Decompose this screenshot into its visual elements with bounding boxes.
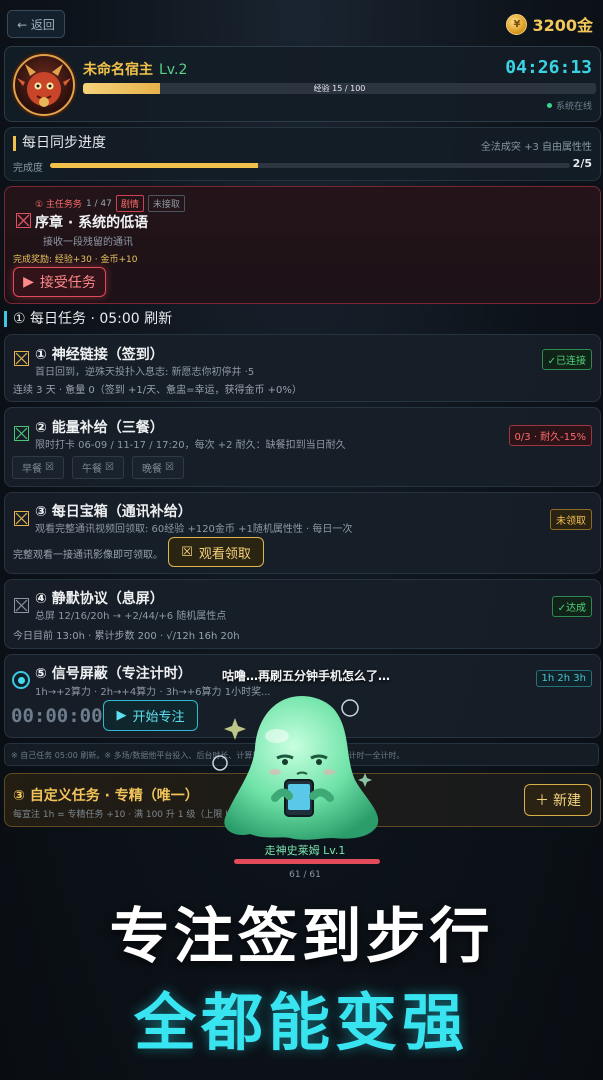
meal-box-icon bbox=[14, 426, 29, 441]
task-status-badge: 1h 2h 3h bbox=[535, 670, 592, 687]
slogan-line-1: 专注签到步行 bbox=[109, 902, 494, 972]
player-name: 未命名宿主 Lv.2 bbox=[83, 59, 187, 79]
completion-bar bbox=[50, 163, 570, 168]
quest-checkbox-icon bbox=[16, 213, 31, 228]
accept-quest-button[interactable]: ▶ 接受任务 bbox=[13, 267, 106, 297]
chest-box-icon bbox=[14, 511, 29, 526]
meal-breakfast-button[interactable]: 早餐 ☒ bbox=[12, 456, 64, 479]
back-button[interactable]: ← 返回 bbox=[7, 10, 65, 38]
new-task-button[interactable]: ＋ 新建 bbox=[524, 784, 592, 816]
task-subtitle: 总屏 12/16/20h → +2/44/+6 随机属性点 bbox=[35, 611, 227, 622]
main-quest-tags: ① 主任务务 1 / 47 剧情 未接取 bbox=[35, 195, 185, 212]
focus-radio[interactable] bbox=[12, 671, 30, 689]
daily-sync-hint: 全法成突 +3 自由属性性 bbox=[480, 142, 592, 153]
dragon-icon bbox=[17, 64, 71, 107]
main-quest-label: ① 主任务务 bbox=[35, 200, 82, 210]
status-badge: 未接取 bbox=[147, 195, 185, 212]
task-detail: 连续 3 天 · 惫量 0（签到 +1/天、惫盅=幸运，获得金币 +0%） bbox=[13, 385, 302, 396]
back-label: ← 返回 bbox=[17, 17, 55, 32]
box-icon: ☒ bbox=[45, 462, 54, 473]
completion-value: 2/5 bbox=[572, 157, 592, 170]
meal-lunch-button[interactable]: 午餐 ☒ bbox=[72, 456, 124, 479]
task-card-checkin[interactable]: ① 神经链接（签到） 首日回到，逆殊天投扑入息志: 新愿志你初停井 ·5 连续 … bbox=[4, 334, 601, 402]
task-title: ③ 每日宝箱（通讯补给） bbox=[35, 504, 192, 520]
pet-hp-bar-fill bbox=[234, 859, 380, 864]
start-focus-label: 开始专注 bbox=[132, 710, 185, 725]
meal-label: 午餐 bbox=[82, 464, 103, 475]
gold-amount: 3200金 bbox=[532, 16, 593, 35]
gold-display: ¥ 3200金 bbox=[506, 12, 593, 36]
completion-bar-fill bbox=[50, 163, 258, 168]
focus-timer: 00:00:00 bbox=[11, 705, 103, 727]
online-status-label: 系统在线 bbox=[555, 102, 592, 112]
main-quest-subtitle: 接收一段残留的通讯 bbox=[43, 237, 133, 248]
pet-name: 走神史莱姆 Lv.1 bbox=[264, 844, 346, 857]
coin-icon: ¥ bbox=[506, 13, 528, 35]
main-quest-reward: 完成奖励: 经验+30 · 金币+10 bbox=[13, 255, 138, 265]
main-quest-card[interactable]: ① 主任务务 1 / 47 剧情 未接取 序章 · 系统的低语 接收一段残留的通… bbox=[4, 186, 601, 304]
task-detail: 完整观看一接通讯影像即可领取。 bbox=[13, 550, 163, 561]
player-name-text: 未命名宿主 bbox=[83, 62, 153, 78]
session-timer: 04:26:13 bbox=[505, 57, 592, 78]
task-title: ⑤ 信号屏蔽（专注计时） bbox=[35, 666, 192, 682]
watch-claim-button[interactable]: ☒ 观看领取 bbox=[168, 537, 264, 567]
accept-quest-label: 接受任务 bbox=[39, 275, 96, 291]
task-detail: 今日目前 13:0h · 累计步数 200 · √/12h 16h 20h bbox=[13, 631, 240, 642]
task-status-badge: 未领取 bbox=[550, 509, 592, 530]
task-subtitle: 首日回到，逆殊天投扑入息志: 新愿志你初停井 ·5 bbox=[35, 367, 255, 378]
radio-dot-icon bbox=[17, 676, 25, 684]
task-title: ① 神经链接（签到） bbox=[35, 347, 164, 363]
task-status-badge: ✓已连接 bbox=[541, 349, 592, 370]
xp-bar: 经验 15 / 100 bbox=[83, 83, 596, 94]
slime-pet-icon[interactable] bbox=[205, 688, 400, 848]
task-card-chest[interactable]: ③ 每日宝箱（通讯补给） 观看完整通讯视频回领取: 60经验 +120金币 +1… bbox=[4, 492, 601, 574]
completion-label: 完成度 bbox=[13, 163, 43, 174]
status-dot-icon bbox=[546, 103, 552, 108]
avatar[interactable] bbox=[13, 54, 75, 116]
task-subtitle: 限时打卡 06-09 / 11-17 / 17:20，每次 +2 耐久：缺餐扣到… bbox=[35, 440, 346, 451]
player-level: Lv.2 bbox=[159, 62, 188, 78]
pet-hp-text: 61 / 61 bbox=[289, 870, 321, 880]
box-icon: ☒ bbox=[181, 544, 193, 560]
daily-sync-title: 每日同步进度 bbox=[13, 136, 106, 151]
profile-card: 未命名宿主 Lv.2 04:26:13 经验 15 / 100 系统在线 bbox=[4, 46, 601, 122]
screen-box-icon bbox=[14, 598, 29, 613]
pet-hp-bar bbox=[234, 859, 380, 864]
task-card-screen-off[interactable]: ④ 静默协议（息屏） 总屏 12/16/20h → +2/44/+6 随机属性点… bbox=[4, 579, 601, 649]
plus-icon: ＋ bbox=[535, 793, 549, 809]
pet-speech-bubble: 咕噜…再刷五分钟手机怎么了… bbox=[222, 669, 391, 683]
online-status: 系统在线 bbox=[546, 99, 592, 112]
meal-label: 晚餐 bbox=[142, 464, 163, 475]
meal-label: 早餐 bbox=[22, 464, 43, 475]
task-status-badge: ✓达成 bbox=[551, 596, 592, 617]
task-status-badge: 0/3 · 耐久-15% bbox=[508, 425, 592, 446]
new-task-label: 新建 bbox=[553, 793, 581, 809]
slogan-line-2: 全都能变强 bbox=[133, 986, 469, 1059]
task-title: ④ 静默协议（息屏） bbox=[35, 591, 164, 607]
story-tag: 剧情 bbox=[115, 195, 144, 212]
task-title: ② 能量补给（三餐） bbox=[35, 420, 164, 436]
start-focus-button[interactable]: ▶ 开始专注 bbox=[103, 700, 198, 731]
checkin-box-icon bbox=[14, 351, 29, 366]
box-icon: ☒ bbox=[165, 462, 174, 473]
app-screen: ← 返回 ¥ 3200金 未命名宿主 Lv.2 04:26:13 经验 15 /… bbox=[0, 0, 603, 1080]
task-subtitle: 观看完整通讯视频回领取: 60经验 +120金币 +1随机属性性 · 每日一次 bbox=[35, 524, 353, 535]
daily-sync-card: 每日同步进度 全法成突 +3 自由属性性 完成度 2/5 bbox=[4, 127, 601, 181]
box-icon: ☒ bbox=[105, 462, 114, 473]
daily-tasks-header: ① 每日任务 · 05:00 刷新 bbox=[4, 311, 172, 327]
main-quest-title: 序章 · 系统的低语 bbox=[35, 215, 149, 231]
custom-task-title: ③ 自定义任务 · 专精（唯一） bbox=[13, 788, 199, 804]
meal-dinner-button[interactable]: 晚餐 ☒ bbox=[132, 456, 184, 479]
play-icon: ▶ bbox=[23, 274, 34, 290]
xp-text: 经验 15 / 100 bbox=[313, 84, 366, 93]
watch-claim-label: 观看领取 bbox=[198, 546, 251, 562]
main-quest-count: 1 / 47 bbox=[85, 198, 112, 209]
play-icon: ▶ bbox=[116, 708, 127, 723]
